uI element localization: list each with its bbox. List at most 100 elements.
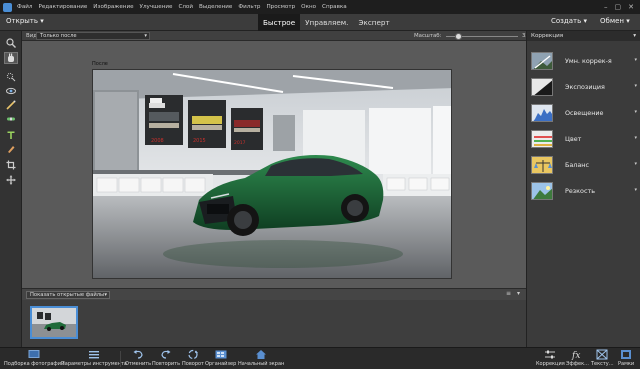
adjustments-panel: Коррекция ▾ Умн. коррек-я ▾ Экспозиция ▾… [526, 31, 640, 347]
share-button[interactable]: Обмен ▾ [600, 17, 630, 25]
lighting-icon [531, 104, 553, 122]
create-button[interactable]: Создать ▾ [551, 17, 587, 25]
taskbar: Подборка фотографий Параметры инструмент… [0, 347, 640, 369]
mode-tabs: Быстрое Управляем. Эксперт [258, 14, 395, 31]
adj-sharpen[interactable]: Резкость ▾ [527, 179, 640, 203]
type-tool-icon[interactable] [4, 129, 18, 141]
photo-bin-icon [28, 350, 40, 358]
adjustments-button[interactable]: Коррекция [536, 349, 565, 369]
menu-file[interactable]: Файл [14, 4, 35, 10]
after-label: После [92, 61, 108, 67]
rotate-button[interactable]: Поворот [182, 349, 204, 369]
adj-label: Цвет [565, 135, 582, 143]
smart-fix-icon [531, 52, 553, 70]
chevron-down-icon: ▾ [634, 57, 637, 63]
spot-healing-tool-icon[interactable] [4, 113, 18, 125]
chevron-down-icon: ▾ [634, 135, 637, 141]
whiten-teeth-tool-icon[interactable] [4, 99, 18, 111]
chevron-down-icon: ▾ [634, 187, 637, 193]
task-label: Коррекция [536, 361, 565, 367]
zoom-label: Масштаб: [414, 33, 442, 39]
menu-view[interactable]: Просмотр [263, 4, 298, 10]
adj-label: Резкость [565, 187, 595, 195]
redo-icon [161, 350, 171, 359]
bin-select[interactable]: Показать открытые файлы ▾ [26, 291, 110, 299]
maximize-icon[interactable]: ▢ [615, 3, 622, 11]
task-label: Органайзер [205, 361, 237, 367]
undo-button[interactable]: Отменить [125, 349, 151, 369]
document-image[interactable]: 2008 2015 2017 [92, 69, 452, 279]
task-label: Повторить [152, 361, 181, 367]
organizer-button[interactable]: Органайзер [205, 349, 236, 369]
adj-lighting[interactable]: Освещение ▾ [527, 101, 640, 125]
app-logo-icon [0, 0, 14, 14]
tab-expert[interactable]: Эксперт [353, 14, 394, 31]
organizer-icon [215, 350, 227, 359]
menu-image[interactable]: Изображение [90, 4, 136, 10]
rotate-icon [188, 349, 198, 360]
textures-button[interactable]: Тексту... [591, 349, 614, 369]
task-label: Параметры инструмента [61, 361, 127, 367]
menu-edit[interactable]: Редактирование [35, 4, 90, 10]
adj-smart-fix[interactable]: Умн. коррек-я ▾ [527, 49, 640, 73]
app-window: Файл Редактирование Изображение Улучшени… [0, 0, 640, 369]
open-button[interactable]: Открыть ▾ [6, 17, 44, 25]
crop-tool-icon[interactable] [4, 159, 18, 171]
adj-color[interactable]: Цвет ▾ [527, 127, 640, 151]
effects-icon: fx [571, 351, 580, 360]
menu-layer[interactable]: Слой [175, 4, 196, 10]
task-label: Отменить [125, 361, 152, 367]
quick-select-tool-icon[interactable] [4, 71, 18, 83]
exposure-icon [531, 78, 553, 96]
balance-icon [531, 156, 553, 174]
zoom-slider-knob[interactable] [454, 33, 462, 40]
taskbar-separator [120, 351, 121, 367]
textures-icon [596, 349, 608, 360]
chevron-down-icon[interactable]: ▾ [633, 33, 636, 39]
task-label: Рамки [618, 361, 635, 367]
minimize-icon[interactable]: – [604, 3, 608, 11]
bin-thumbnail[interactable] [30, 306, 78, 339]
adj-label: Освещение [565, 109, 604, 117]
redo-button[interactable]: Повторить [152, 349, 180, 369]
tab-guided[interactable]: Управляем. [300, 14, 353, 31]
close-icon[interactable]: ✕ [628, 3, 634, 11]
adj-balance[interactable]: Баланс ▾ [527, 153, 640, 177]
chevron-down-icon: ▾ [104, 292, 107, 298]
frames-icon [621, 350, 632, 359]
task-label: Тексту... [591, 361, 614, 367]
view-select[interactable]: Только после ▾ [36, 32, 150, 40]
chevron-down-icon: ▾ [634, 83, 637, 89]
menu-window[interactable]: Окно [298, 4, 319, 10]
adj-label: Умн. коррек-я [565, 57, 612, 65]
red-eye-tool-icon[interactable] [4, 85, 18, 97]
photo-bin-button[interactable]: Подборка фотографий [4, 349, 64, 369]
menu-filter[interactable]: Фильтр [235, 4, 263, 10]
adj-exposure[interactable]: Экспозиция ▾ [527, 75, 640, 99]
menu-enhance[interactable]: Улучшение [137, 4, 176, 10]
menu-select[interactable]: Выделение [196, 4, 235, 10]
task-label: Подборка фотографий [4, 361, 65, 367]
zoom-tool-icon[interactable] [4, 37, 18, 49]
move-tool-icon[interactable] [4, 174, 18, 186]
svg-text:fx: fx [571, 351, 580, 360]
chevron-down-icon[interactable]: ▾ [517, 290, 520, 297]
thumbnail-image [32, 308, 76, 337]
menu-help[interactable]: Справка [319, 4, 350, 10]
bin-menu-icon[interactable]: ≡ [506, 290, 511, 297]
effects-button[interactable]: fx Эффек... [566, 349, 589, 369]
brush-tool-icon[interactable] [4, 143, 18, 155]
tab-quick[interactable]: Быстрое [258, 14, 301, 31]
chevron-down-icon: ▾ [583, 17, 587, 25]
canvas-area[interactable]: После 2008 2015 2017 [22, 41, 526, 288]
home-screen-button[interactable]: Начальный экран [238, 349, 284, 369]
tool-options-button[interactable]: Параметры инструмента [61, 349, 127, 369]
car-photo: 2008 2015 2017 [93, 70, 451, 278]
zoom-slider[interactable] [446, 33, 518, 40]
hand-tool-icon[interactable] [4, 52, 18, 64]
chevron-down-icon: ▾ [40, 17, 44, 25]
frames-button[interactable]: Рамки [618, 349, 634, 369]
bin-select-value: Показать открытые файлы [30, 292, 105, 298]
options-bar: Вид: Только после▾ Масштаб: 33% [22, 31, 534, 41]
chevron-down-icon: ▾ [634, 109, 637, 115]
